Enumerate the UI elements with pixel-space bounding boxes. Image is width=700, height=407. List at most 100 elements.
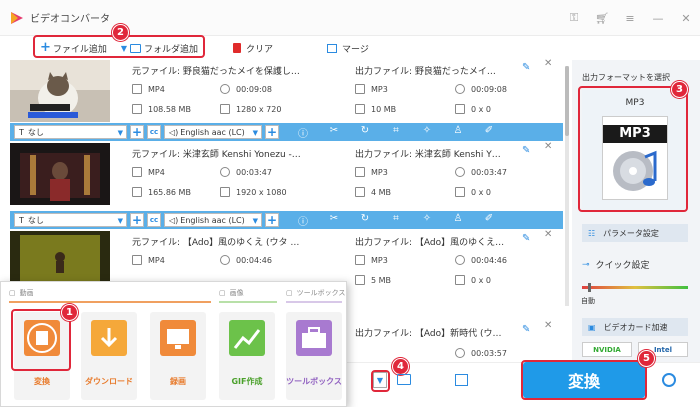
edit-icon[interactable]: ✐ [479,125,499,140]
image-section-header: ▢ 画像 [219,289,244,297]
subtitle-select[interactable]: T なし ▼ [14,213,127,227]
cc-icon[interactable]: cc [147,125,161,139]
format-icon [355,167,365,177]
edit-pencil-icon[interactable]: ✎ [522,62,530,73]
merge-button[interactable]: マージ [327,42,369,55]
resolution-icon [220,104,230,114]
gif-image-icon [229,320,265,356]
info-icon[interactable]: ⓘ [293,125,313,140]
quality-slider[interactable] [582,283,688,292]
speaker-icon: ◁) [169,215,179,225]
source-duration: 00:09:08 [220,84,272,94]
crop-icon[interactable]: ⌗ [386,125,406,140]
output-list-icon[interactable] [455,374,468,386]
remove-file-icon[interactable]: ✕ [544,229,552,240]
file-row[interactable]: 元ファイル: 米津玄師 Kenshi Yonezu -… MP4 00:03:4… [10,141,562,207]
merge-icon [327,43,337,53]
audio-track-select[interactable]: ◁) English aac (LC) ▼ [164,125,262,139]
minimize-button[interactable]: — [644,8,672,28]
output-resolution: 0 x 0 [455,187,491,197]
source-size: 108.58 MB [132,104,191,114]
remove-file-icon[interactable]: ✕ [544,320,552,331]
add-audio-button[interactable]: + [265,125,279,139]
clear-button[interactable]: クリア [233,42,273,55]
slider-handle[interactable] [588,283,591,292]
toolbox-tool-tile[interactable]: ツールボックス [286,312,342,400]
parameter-settings-button[interactable]: ☷ パラメータ設定 [582,224,688,242]
crop-icon[interactable]: ⌗ [386,213,406,228]
step-badge-5: 5 [638,350,655,367]
remove-file-icon[interactable]: ✕ [544,141,552,152]
resolution-icon [220,187,230,197]
output-file-name: 出力ファイル: 【Ado】新時代 (ウ… [355,329,502,339]
record-tool-tile[interactable]: 録画 [150,312,206,400]
video-thumbnail[interactable] [10,143,110,205]
cart-icon[interactable]: 🛒︎ [588,8,616,28]
clock-icon [455,167,465,177]
slider-label: 自動 [581,297,595,305]
video-thumbnail[interactable] [10,60,110,122]
tool-label: GIF作成 [231,377,263,386]
cc-icon[interactable]: cc [147,213,161,227]
sliders-icon: ☷ [588,228,596,238]
watermark-icon[interactable]: ♙ [448,213,468,228]
edit-pencil-icon[interactable]: ✎ [522,324,530,335]
scissors-icon[interactable]: ✂ [324,125,344,140]
file-edit-bar: T なし ▼ + cc ◁) English aac (LC) ▼ + ⓘ ✂ ↻ ⌗ … [10,123,563,141]
subtitle-select[interactable]: T なし ▼ [14,125,127,139]
chevron-down-icon: ▼ [117,129,123,137]
quick-icon: ⊸ [582,259,590,270]
output-file-name: 出力ファイル: 米津玄師 Kenshi Y… [355,150,501,160]
source-resolution: 1280 x 720 [220,104,281,114]
effects-wand-icon[interactable]: ✧ [417,125,437,140]
close-button[interactable]: ✕ [672,8,700,28]
video-section-icon: ▢ [9,289,16,297]
trash-icon [233,43,241,53]
source-duration: 00:04:46 [220,255,272,265]
open-folder-icon[interactable] [397,374,411,385]
file-icon [132,187,142,197]
remove-file-icon[interactable]: ✕ [544,58,552,69]
add-audio-button[interactable]: + [265,213,279,227]
rotate-icon[interactable]: ↻ [355,125,375,140]
rotate-icon[interactable]: ↻ [355,213,375,228]
source-format: MP4 [132,167,165,177]
info-icon[interactable]: ⓘ [293,213,313,228]
clock-icon [220,167,230,177]
download-tool-tile[interactable]: ダウンロード [81,312,137,400]
clock-icon [220,255,230,265]
edit-pencil-icon[interactable]: ✎ [522,145,530,156]
clock-icon [455,255,465,265]
tool-label: ダウンロード [85,377,133,386]
quick-settings: ⊸ クイック設定 [582,259,650,272]
alarm-clock-icon[interactable] [662,373,676,387]
scissors-icon[interactable]: ✂ [324,213,344,228]
key-icon[interactable]: ⚿ [560,8,588,28]
output-duration: 00:04:46 [455,255,507,265]
file-row[interactable]: 元ファイル: 野良猫だったメイを保護し… MP4 00:09:08 108.58… [10,58,562,124]
effects-wand-icon[interactable]: ✧ [417,213,437,228]
edit-icon[interactable]: ✐ [479,213,499,228]
title-bar: ビデオコンバータ ⚿ 🛒︎ ≡ — ✕ [0,0,700,36]
output-file-name: 出力ファイル: 野良猫だったメイ… [355,67,496,77]
nvidia-badge: NVIDIA [582,342,632,357]
format-icon [132,84,142,94]
gif-tool-tile[interactable]: GIF作成 [219,312,275,400]
scrollbar-thumb[interactable] [565,66,569,136]
chevron-down-icon: ▼ [252,129,258,137]
gpu-acceleration-button[interactable]: ▣ ビデオカード加速 [582,318,688,336]
add-subtitle-button[interactable]: + [130,213,144,227]
watermark-icon[interactable]: ♙ [448,125,468,140]
file-edit-bar: T なし ▼ + cc ◁) English aac (LC) ▼ + ⓘ ✂ ↻ ⌗ … [10,211,563,229]
source-duration: 00:03:47 [220,167,272,177]
image-section-icon: ▢ [219,289,226,297]
annotation-box-3 [578,86,688,212]
add-subtitle-button[interactable]: + [130,125,144,139]
output-duration: 00:09:08 [455,84,507,94]
menu-icon[interactable]: ≡ [616,8,644,28]
edit-pencil-icon[interactable]: ✎ [522,233,530,244]
audio-track-select[interactable]: ◁) English aac (LC) ▼ [164,213,262,227]
chip-icon: ▣ [588,322,596,332]
format-icon [132,255,142,265]
list-scrollbar[interactable] [565,66,569,306]
